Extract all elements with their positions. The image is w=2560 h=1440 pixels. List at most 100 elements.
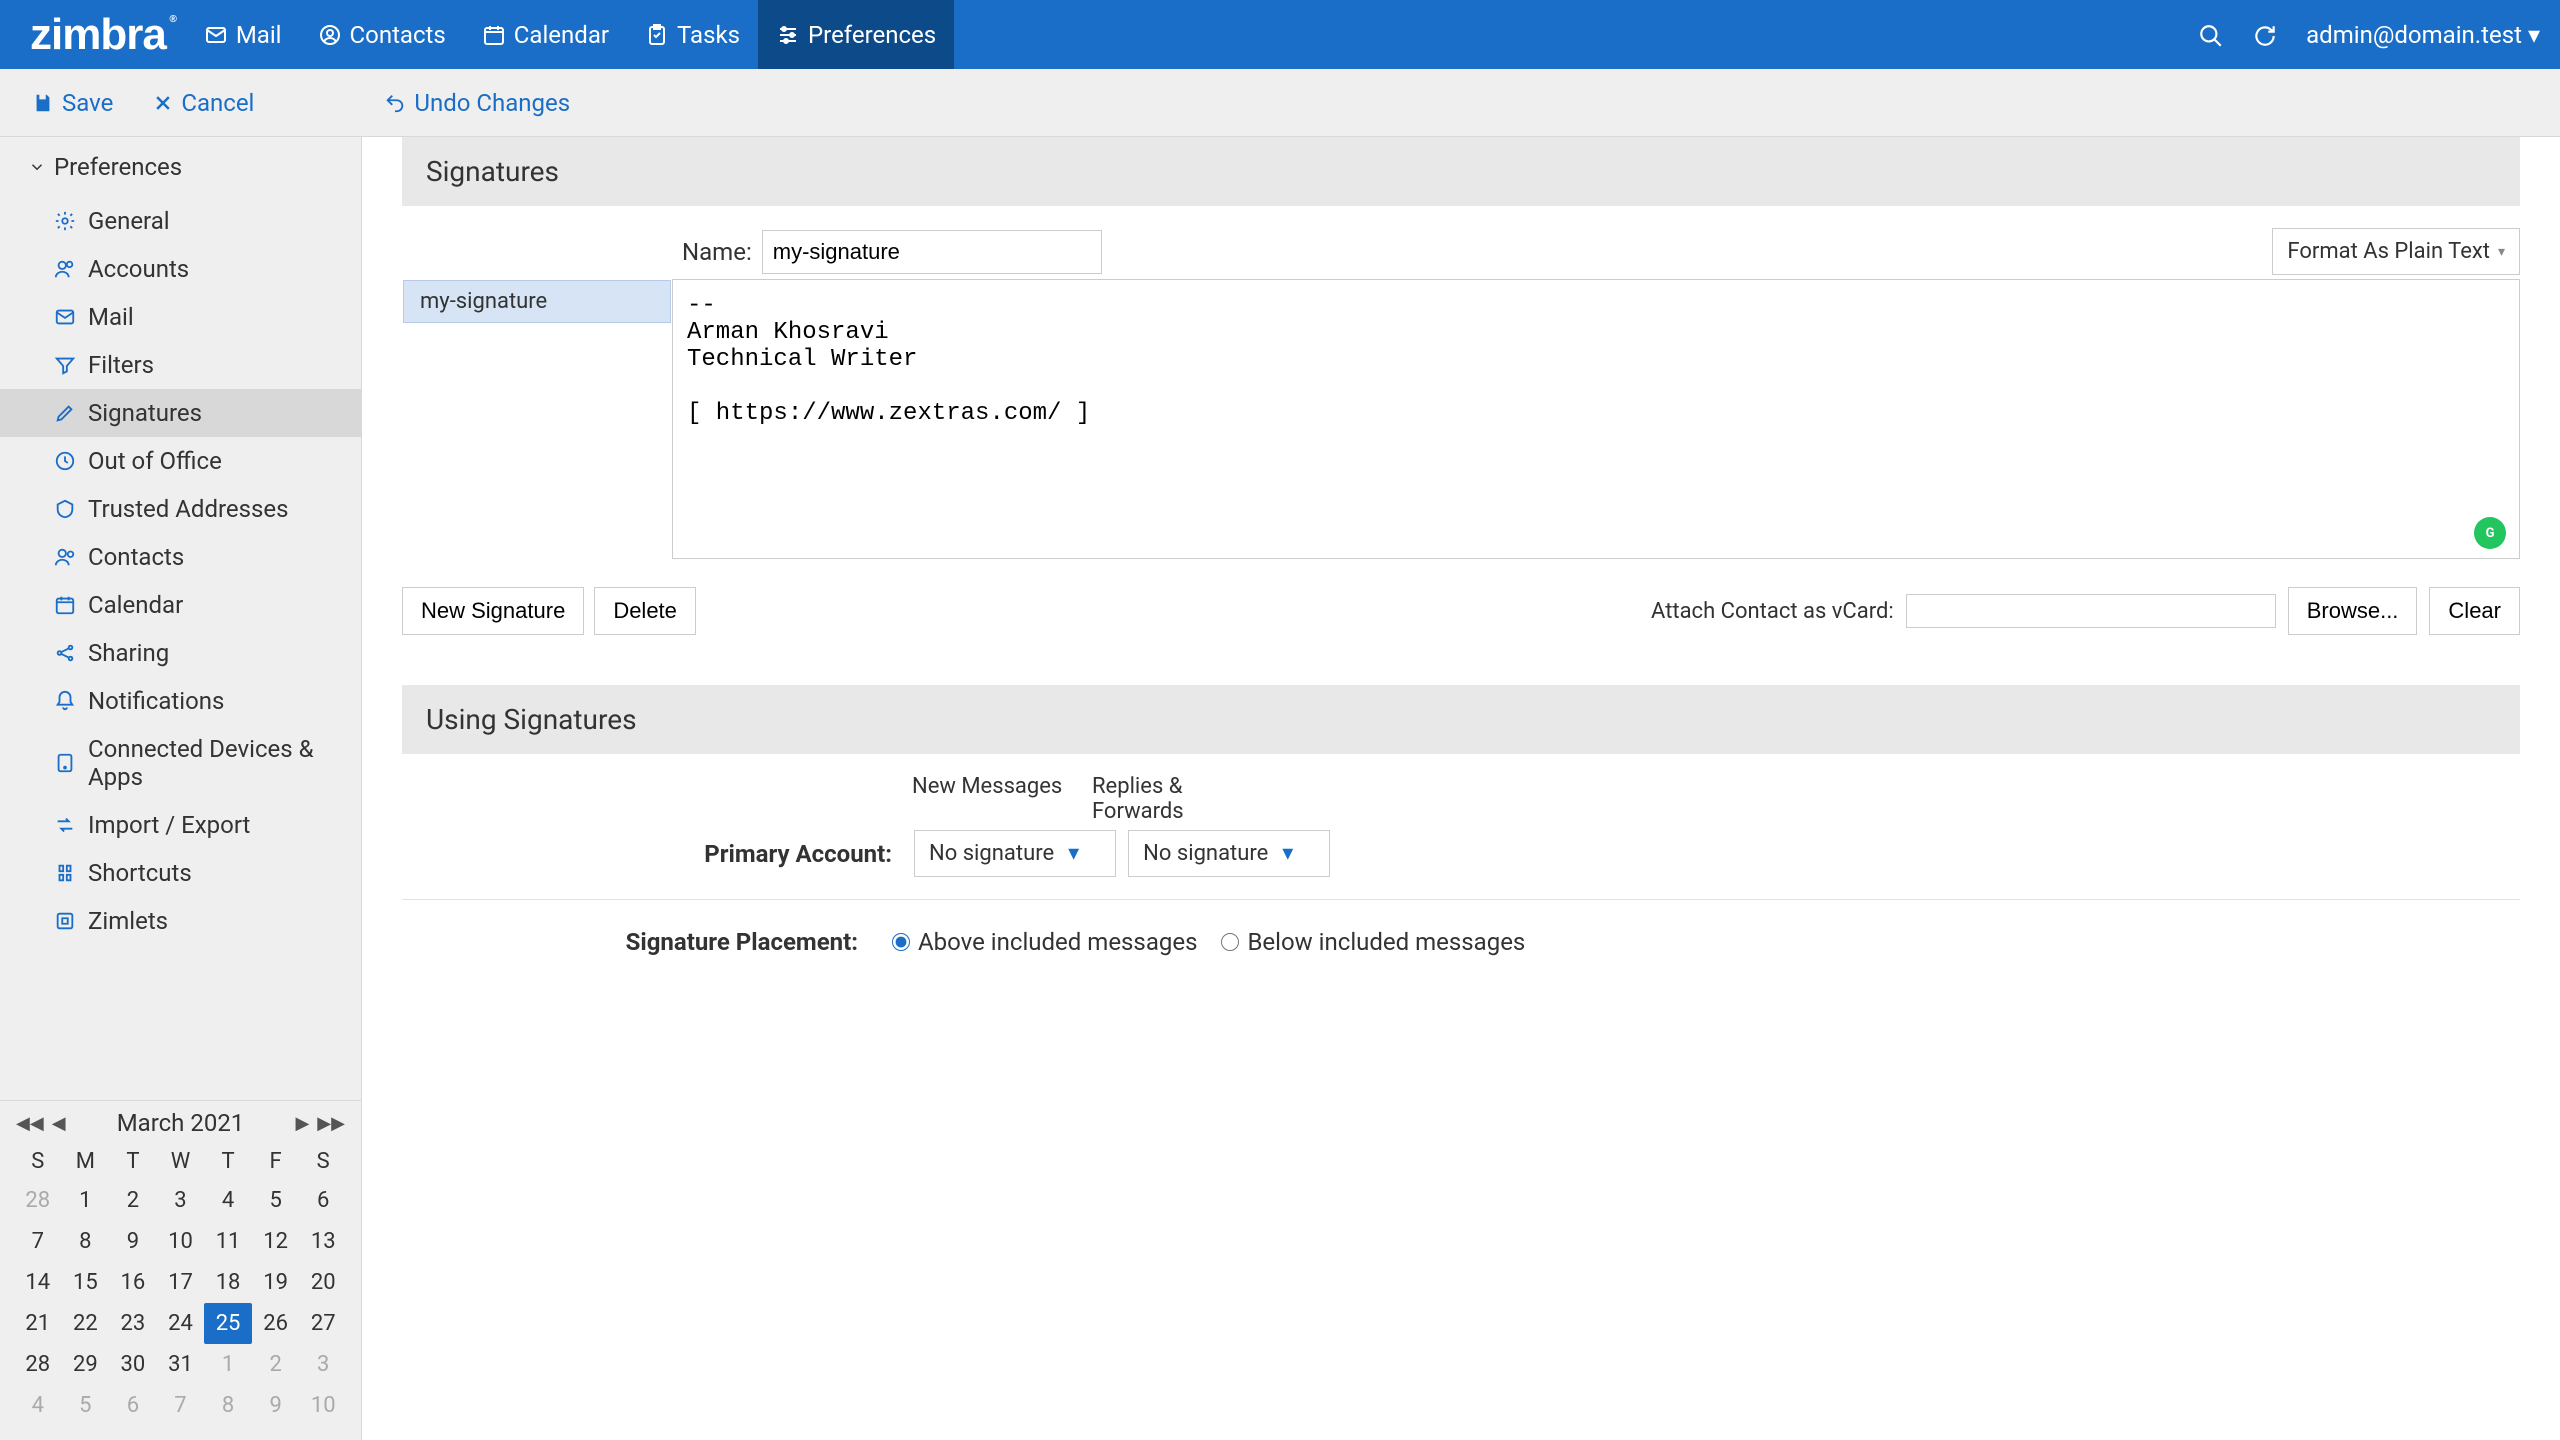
brand-logo: zimbra® xyxy=(30,10,166,60)
sidebar-item-mail[interactable]: Mail xyxy=(0,293,361,341)
cal-dow: M xyxy=(62,1143,110,1180)
sidebar-item-calendar[interactable]: Calendar xyxy=(0,581,361,629)
search-icon[interactable] xyxy=(2198,23,2222,47)
sidebar-item-zimlets[interactable]: Zimlets xyxy=(0,897,361,945)
delete-signature-button[interactable]: Delete xyxy=(594,587,696,635)
signature-body-textarea[interactable] xyxy=(672,279,2520,559)
cal-day[interactable]: 31 xyxy=(157,1344,205,1385)
cal-day[interactable]: 27 xyxy=(299,1303,347,1344)
nav-tab-preferences[interactable]: Preferences xyxy=(758,0,954,69)
sidebar-item-shortcuts[interactable]: Shortcuts xyxy=(0,849,361,897)
user-menu[interactable]: admin@domain.test ▾ xyxy=(2306,21,2540,49)
cal-prev-year-icon[interactable]: ◀◀ xyxy=(14,1113,46,1134)
cal-day[interactable]: 8 xyxy=(62,1221,110,1262)
cal-dow: T xyxy=(204,1143,252,1180)
refresh-icon[interactable] xyxy=(2252,23,2276,47)
cal-day[interactable]: 12 xyxy=(252,1221,300,1262)
cal-day[interactable]: 9 xyxy=(252,1385,300,1426)
cal-day[interactable]: 10 xyxy=(157,1221,205,1262)
cal-day[interactable]: 2 xyxy=(252,1344,300,1385)
sidebar-item-signatures[interactable]: Signatures xyxy=(0,389,361,437)
cal-day[interactable]: 2 xyxy=(109,1180,157,1221)
sidebar-item-notifications[interactable]: Notifications xyxy=(0,677,361,725)
sidebar-item-sharing[interactable]: Sharing xyxy=(0,629,361,677)
format-select[interactable]: Format As Plain Text ▾ xyxy=(2272,228,2520,275)
undo-button[interactable]: Undo Changes xyxy=(384,89,570,117)
cal-day[interactable]: 6 xyxy=(109,1385,157,1426)
primary-reply-select[interactable]: No signature ▾ xyxy=(1128,830,1330,877)
cal-day[interactable]: 4 xyxy=(204,1180,252,1221)
cal-day[interactable]: 29 xyxy=(62,1344,110,1385)
cal-day[interactable]: 13 xyxy=(299,1221,347,1262)
col-reply-label: Replies & Forwards xyxy=(1092,774,1272,824)
cal-day[interactable]: 15 xyxy=(62,1262,110,1303)
sidebar-header[interactable]: Preferences xyxy=(0,137,361,197)
cal-day[interactable]: 21 xyxy=(14,1303,62,1344)
placement-above-radio[interactable]: Above included messages xyxy=(892,928,1197,956)
browse-button[interactable]: Browse... xyxy=(2288,587,2418,635)
nav-tab-mail[interactable]: Mail xyxy=(186,0,300,69)
cal-day[interactable]: 3 xyxy=(157,1180,205,1221)
cal-day[interactable]: 8 xyxy=(204,1385,252,1426)
cal-day[interactable]: 4 xyxy=(14,1385,62,1426)
sidebar-item-filters[interactable]: Filters xyxy=(0,341,361,389)
sidebar-item-out-of-office[interactable]: Out of Office xyxy=(0,437,361,485)
cal-day[interactable]: 1 xyxy=(62,1180,110,1221)
cal-day[interactable]: 7 xyxy=(14,1221,62,1262)
cal-day[interactable]: 26 xyxy=(252,1303,300,1344)
nav-tab-contacts[interactable]: Contacts xyxy=(300,0,464,69)
clear-button[interactable]: Clear xyxy=(2429,587,2520,635)
cal-day[interactable]: 19 xyxy=(252,1262,300,1303)
pref-item-icon xyxy=(54,690,76,712)
cal-day[interactable]: 18 xyxy=(204,1262,252,1303)
new-signature-button[interactable]: New Signature xyxy=(402,587,584,635)
cal-day[interactable]: 9 xyxy=(109,1221,157,1262)
placement-below-radio[interactable]: Below included messages xyxy=(1221,928,1525,956)
cal-day[interactable]: 22 xyxy=(62,1303,110,1344)
sidebar-item-contacts[interactable]: Contacts xyxy=(0,533,361,581)
cal-day[interactable]: 5 xyxy=(252,1180,300,1221)
chevron-down-icon: ▾ xyxy=(2498,244,2505,260)
cal-day[interactable]: 5 xyxy=(62,1385,110,1426)
cal-day[interactable]: 17 xyxy=(157,1262,205,1303)
cal-day[interactable]: 20 xyxy=(299,1262,347,1303)
nav-tab-calendar[interactable]: Calendar xyxy=(464,0,627,69)
pref-item-icon xyxy=(54,450,76,472)
cal-next-year-icon[interactable]: ▶▶ xyxy=(315,1113,347,1134)
cal-day[interactable]: 28 xyxy=(14,1344,62,1385)
cal-dow: F xyxy=(252,1143,300,1180)
cal-day[interactable]: 16 xyxy=(109,1262,157,1303)
cal-day[interactable]: 14 xyxy=(14,1262,62,1303)
cal-day[interactable]: 6 xyxy=(299,1180,347,1221)
cal-day[interactable]: 11 xyxy=(204,1221,252,1262)
cal-day[interactable]: 25 xyxy=(204,1303,252,1344)
cal-day[interactable]: 10 xyxy=(299,1385,347,1426)
vcard-input[interactable] xyxy=(1906,594,2276,628)
signature-list-item[interactable]: my-signature xyxy=(403,280,671,323)
cal-day[interactable]: 30 xyxy=(109,1344,157,1385)
nav-tab-tasks[interactable]: Tasks xyxy=(627,0,758,69)
cal-next-month-icon[interactable]: ▶ xyxy=(293,1113,311,1134)
cal-day[interactable]: 3 xyxy=(299,1344,347,1385)
cal-day[interactable]: 7 xyxy=(157,1385,205,1426)
col-new-label: New Messages xyxy=(912,774,1092,824)
cal-title: March 2021 xyxy=(117,1109,245,1137)
primary-new-select[interactable]: No signature ▾ xyxy=(914,830,1116,877)
cal-day[interactable]: 23 xyxy=(109,1303,157,1344)
cal-dow: S xyxy=(14,1143,62,1180)
sidebar-item-connected-devices-apps[interactable]: Connected Devices & Apps xyxy=(0,725,361,801)
sidebar-item-accounts[interactable]: Accounts xyxy=(0,245,361,293)
sidebar-item-general[interactable]: General xyxy=(0,197,361,245)
sidebar-item-trusted-addresses[interactable]: Trusted Addresses xyxy=(0,485,361,533)
save-button[interactable]: Save xyxy=(32,89,113,117)
signature-name-input[interactable] xyxy=(762,230,1102,274)
cal-prev-month-icon[interactable]: ◀ xyxy=(50,1113,68,1134)
cal-day[interactable]: 24 xyxy=(157,1303,205,1344)
cancel-button[interactable]: Cancel xyxy=(153,89,254,117)
cal-day[interactable]: 28 xyxy=(14,1180,62,1221)
grammarly-icon[interactable]: G xyxy=(2474,517,2506,549)
cal-day[interactable]: 1 xyxy=(204,1344,252,1385)
sidebar-item-import-export[interactable]: Import / Export xyxy=(0,801,361,849)
primary-account-label: Primary Account: xyxy=(502,840,902,868)
tasks-icon xyxy=(645,23,669,47)
